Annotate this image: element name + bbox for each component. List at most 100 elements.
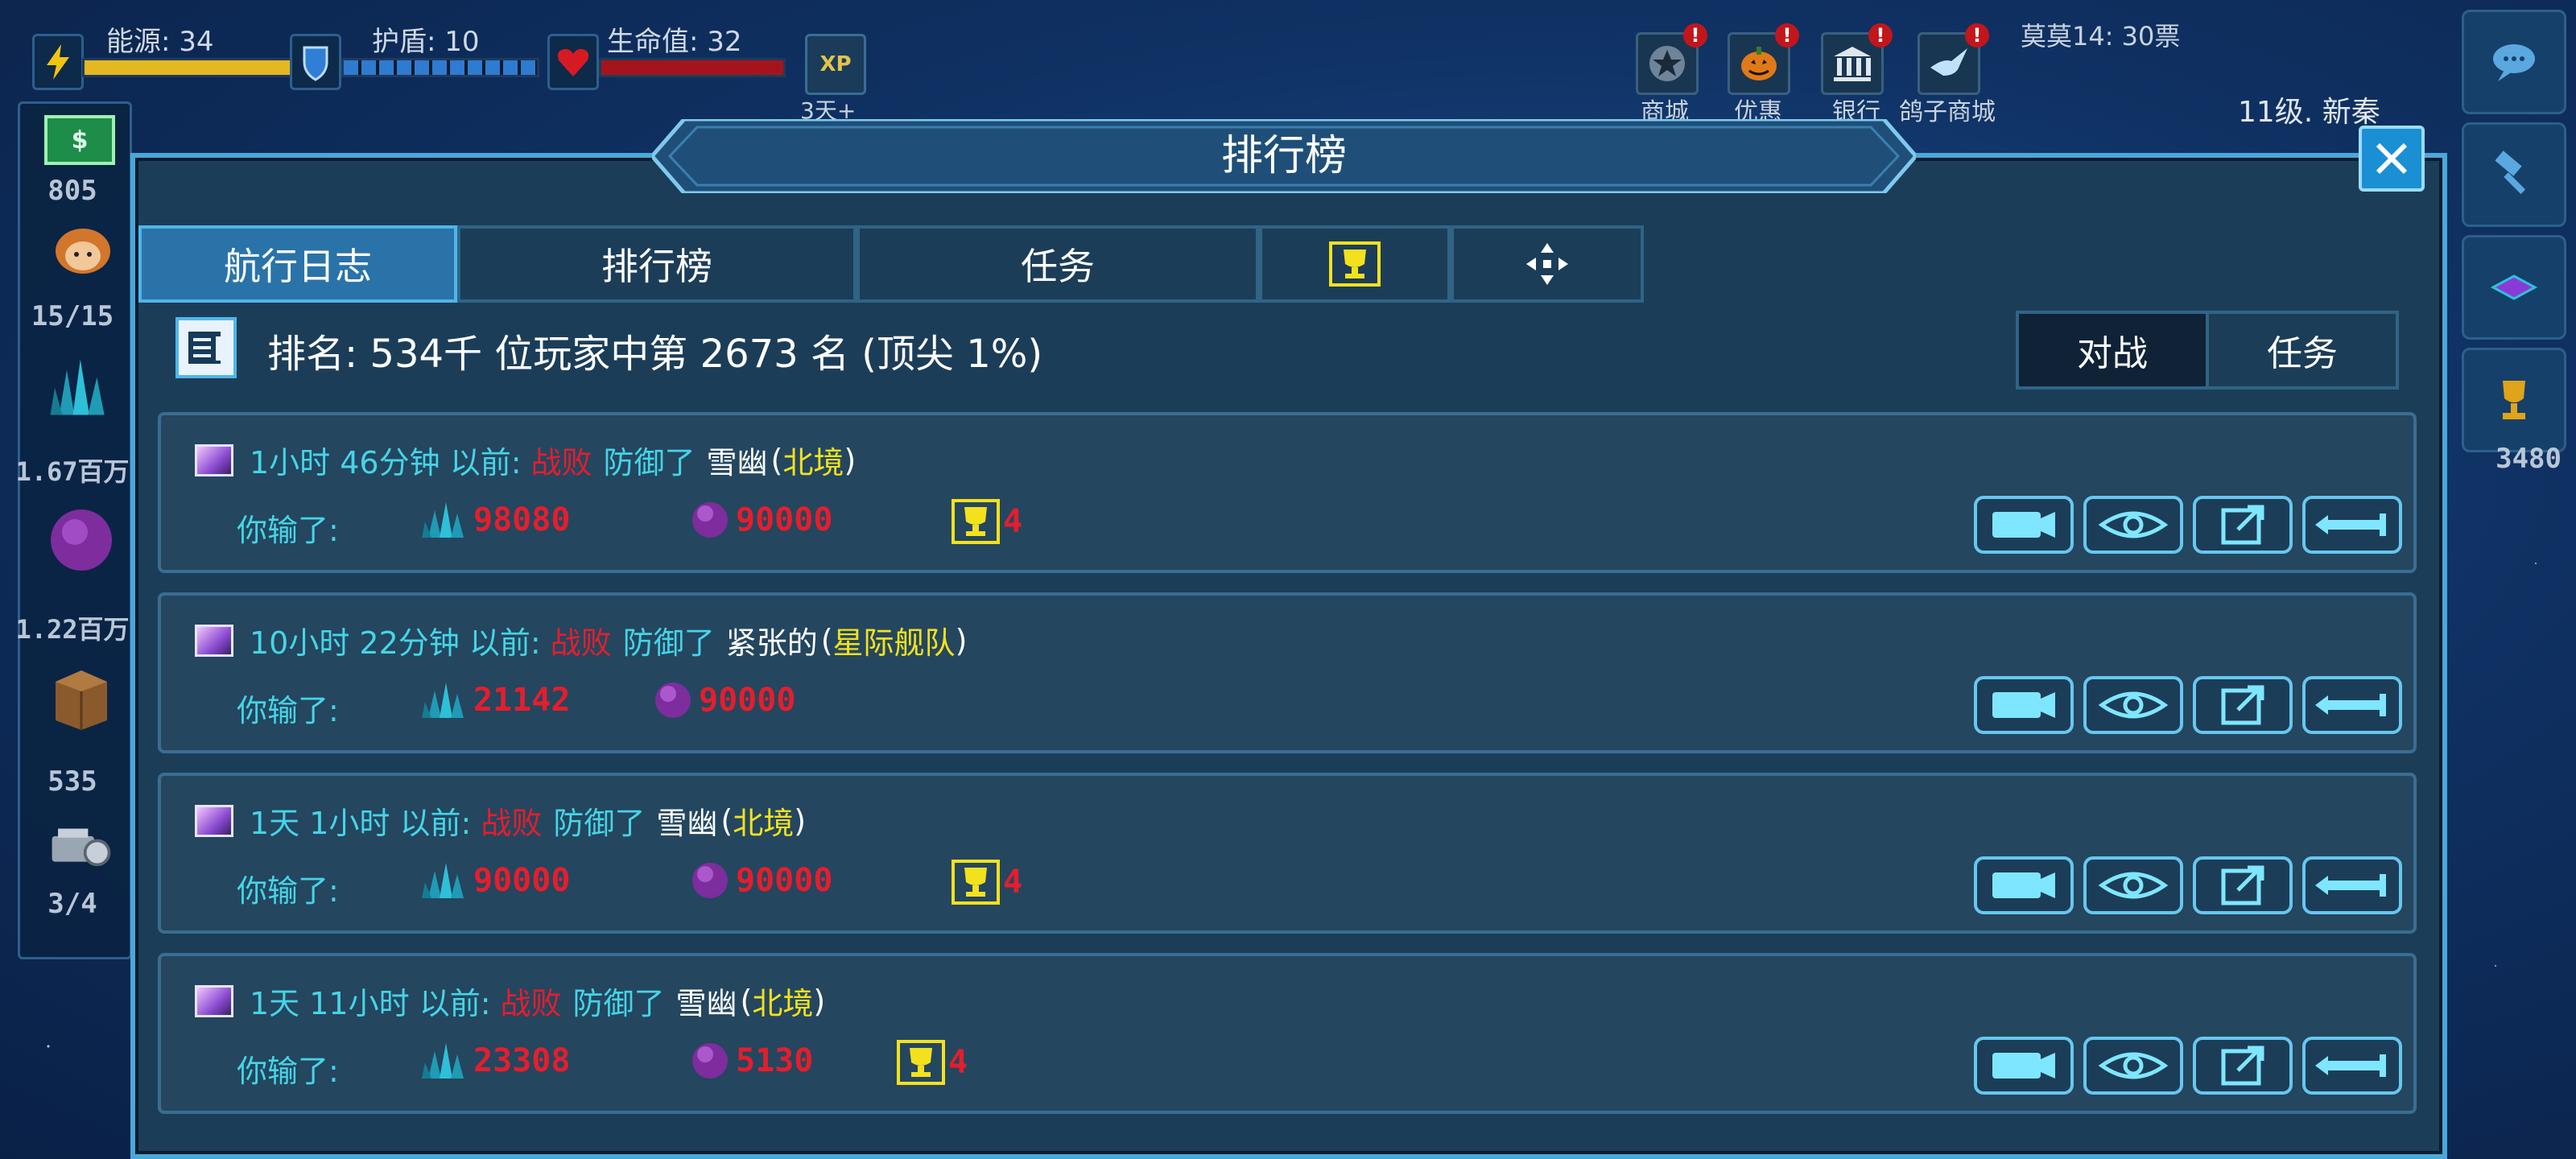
camera-icon xyxy=(1992,692,2055,718)
tab-label: 航行日志 xyxy=(224,245,372,288)
entry-time: 1天 11小时 以前: xyxy=(250,986,491,1021)
crew-value: 15/15 xyxy=(31,300,114,332)
shield-hud: 护盾: 10 xyxy=(290,26,547,101)
orb-loss-value: 90000 xyxy=(699,682,796,719)
tab-dpad[interactable] xyxy=(1451,225,1644,303)
entry-verb: 防御了 xyxy=(572,986,665,1021)
logbook-icon[interactable] xyxy=(175,317,237,378)
trophy-count: 3480 xyxy=(2496,443,2562,475)
trophy-loss-value: 4 xyxy=(1003,864,1023,901)
bracket-open: ( xyxy=(720,802,733,839)
crew-portrait-icon[interactable] xyxy=(49,217,117,284)
cash-icon[interactable]: $ xyxy=(44,115,115,165)
view-button[interactable] xyxy=(2083,856,2183,914)
entry-header: 1小时 46分钟 以前: 战败 防御了 雪幽 (北境) xyxy=(195,438,856,482)
sword-icon xyxy=(2315,514,2386,536)
entry-opponent: 雪幽 xyxy=(675,986,737,1021)
xp-badge[interactable]: XP xyxy=(805,34,866,95)
shop-button[interactable]: ! xyxy=(1636,23,1707,95)
trophy-button[interactable] xyxy=(2462,348,2566,452)
tab-quests[interactable]: 任务 xyxy=(857,225,1259,303)
share-button[interactable] xyxy=(2193,496,2293,554)
crystal-icon[interactable] xyxy=(44,353,112,421)
battle-filter-label: 对战 xyxy=(2077,333,2148,374)
entry-verb: 防御了 xyxy=(622,625,715,661)
crystal-loss-value: 21142 xyxy=(473,682,571,719)
shield-icon xyxy=(290,34,341,90)
replay-button[interactable] xyxy=(1974,676,2074,734)
sword-icon xyxy=(2315,1054,2386,1077)
log-entry: 1天 11小时 以前: 战败 防御了 雪幽 (北境) 你输了: 23308 51… xyxy=(158,953,2417,1114)
health-hud: 生命值: 32 xyxy=(547,26,805,101)
pigeon-shop-button[interactable]: ! xyxy=(1918,23,1989,95)
orb-loss: 90000 xyxy=(689,860,832,901)
alert-badge: ! xyxy=(1868,23,1893,47)
orb-loss: 90000 xyxy=(689,499,832,541)
attack-button[interactable] xyxy=(2302,856,2402,914)
bracket-close: ) xyxy=(794,802,807,839)
orb-icon[interactable] xyxy=(47,506,115,574)
close-button[interactable] xyxy=(2359,126,2425,192)
bracket-close: ) xyxy=(813,983,826,1019)
entry-header: 1天 11小时 以前: 战败 防御了 雪幽 (北境) xyxy=(195,979,825,1023)
replay-button[interactable] xyxy=(1974,856,2074,914)
health-bar xyxy=(599,58,786,77)
tab-voyage-log[interactable]: 航行日志 xyxy=(138,225,457,303)
orb-icon xyxy=(692,863,728,898)
resource-column: $ 805 15/15 1.67百万 1.22百万 535 3/4 xyxy=(15,101,132,959)
trophy-icon xyxy=(897,1040,945,1085)
crystal-loss-value: 23308 xyxy=(473,1042,571,1079)
entry-time: 1小时 46分钟 以前: xyxy=(250,445,522,481)
tab-leaderboard[interactable]: 排行榜 xyxy=(457,225,857,303)
alert-badge: ! xyxy=(1965,23,1989,47)
quest-filter-button[interactable]: 任务 xyxy=(2206,311,2399,390)
rank-bar: 排名: 534千 位玩家中第 2673 名 (顶尖 1%) 对战 任务 xyxy=(138,306,2409,394)
ship-button[interactable] xyxy=(2462,235,2566,340)
orb-loss-value: 90000 xyxy=(736,862,833,899)
eye-icon xyxy=(2098,511,2169,538)
shield-bar xyxy=(341,58,539,77)
share-button[interactable] xyxy=(2193,676,2293,734)
view-button[interactable] xyxy=(2083,1037,2183,1095)
trophy-icon xyxy=(2503,381,2525,419)
attack-button[interactable] xyxy=(2302,496,2402,554)
trophy-loss: 4 xyxy=(952,860,1022,905)
close-icon xyxy=(2376,142,2408,175)
battle-filter-button[interactable]: 对战 xyxy=(2016,311,2209,390)
orb-loss: 90000 xyxy=(652,679,795,721)
orb-value: 1.22百万 xyxy=(15,614,130,645)
attack-button[interactable] xyxy=(2302,676,2402,734)
tab-trophy[interactable] xyxy=(1259,225,1451,303)
build-button[interactable] xyxy=(2462,122,2566,227)
share-button[interactable] xyxy=(2193,856,2293,914)
dpad-icon xyxy=(1526,243,1568,285)
camera-icon xyxy=(1992,872,2055,898)
quest-filter-label: 任务 xyxy=(2267,333,2338,374)
tab-bar: 航行日志 排行榜 任务 xyxy=(138,225,1644,303)
deals-button[interactable]: ! xyxy=(1728,23,1799,95)
replay-button[interactable] xyxy=(1974,496,2074,554)
crystal-icon xyxy=(422,502,464,538)
crate-value: 535 xyxy=(47,765,97,798)
crystal-loss-value: 98080 xyxy=(473,501,571,538)
view-button[interactable] xyxy=(2083,496,2183,554)
view-button[interactable] xyxy=(2083,676,2183,734)
bracket-open: ( xyxy=(770,442,783,478)
drone-gear-icon[interactable] xyxy=(47,812,115,880)
heart-icon xyxy=(547,34,599,90)
trophy-loss-value: 4 xyxy=(1003,503,1023,540)
eye-icon xyxy=(2098,691,2169,719)
bank-button[interactable]: ! xyxy=(1821,23,1893,95)
attack-button[interactable] xyxy=(2302,1037,2402,1095)
chat-button[interactable] xyxy=(2462,10,2566,114)
external-link-icon xyxy=(2221,1046,2264,1086)
crate-icon[interactable] xyxy=(47,664,115,732)
energy-hud: 能源: 34 xyxy=(32,26,304,101)
replay-button[interactable] xyxy=(1974,1037,2074,1095)
external-link-icon xyxy=(2221,505,2264,545)
log-entry: 1小时 46分钟 以前: 战败 防御了 雪幽 (北境) 你输了: 98080 9… xyxy=(158,412,2417,573)
entry-time: 1天 1小时 以前: xyxy=(250,806,472,841)
bracket-close: ) xyxy=(844,442,857,478)
share-button[interactable] xyxy=(2193,1037,2293,1095)
bank-icon xyxy=(1834,47,1871,81)
